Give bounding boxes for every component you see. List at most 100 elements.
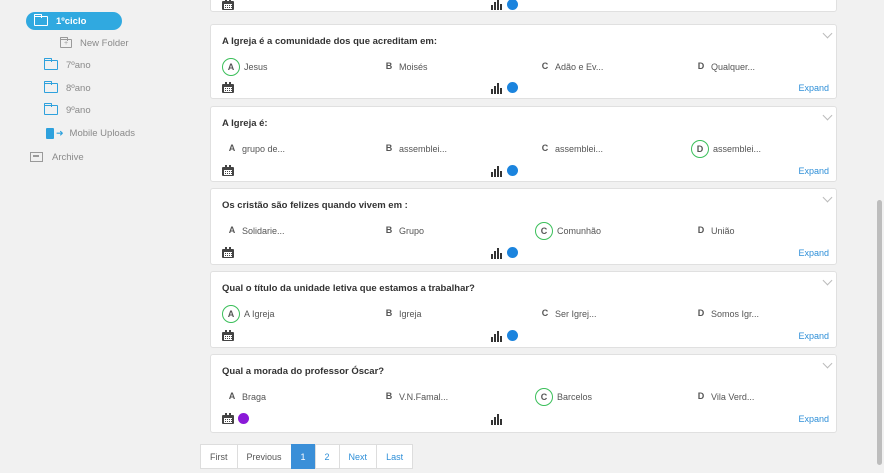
previous-page-button[interactable]: Previous <box>236 444 292 469</box>
page-1-button[interactable]: 1 <box>290 444 316 469</box>
folder-label: 7ºano <box>66 59 91 71</box>
expand-link[interactable]: Expand <box>798 248 829 258</box>
stats-icon[interactable] <box>491 83 503 94</box>
option-b: B Grupo <box>379 222 424 240</box>
question-card[interactable]: A Igreja é a comunidade dos que acredita… <box>210 24 837 99</box>
question-card[interactable]: Os cristão são felizes quando vivem em :… <box>210 188 837 265</box>
folder-1ciclo[interactable]: 1ºciclo <box>26 12 122 30</box>
folder-icon <box>43 103 58 115</box>
stats-icon[interactable] <box>491 331 503 342</box>
arrow-right-icon: ➜ <box>56 127 64 138</box>
expand-link[interactable]: Expand <box>798 414 829 424</box>
question-card[interactable]: Qual o título da unidade letiva que esta… <box>210 271 837 348</box>
status-dot <box>507 330 518 341</box>
folder-7ano[interactable]: 7ºano <box>43 56 91 74</box>
first-page-button[interactable]: First <box>200 444 238 469</box>
folder-archive[interactable]: Archive <box>30 148 84 166</box>
question-text: A Igreja é a comunidade dos que acredita… <box>222 36 438 47</box>
option-letter: B <box>385 143 393 153</box>
option-text: assemblei... <box>713 144 762 154</box>
stats-icon[interactable] <box>491 166 503 177</box>
calendar-icon <box>222 413 234 424</box>
folder-mobile-uploads[interactable]: ➜ Mobile Uploads <box>46 124 135 142</box>
option-letter: B <box>385 225 393 235</box>
option-a: A Jesus <box>222 58 268 76</box>
folder-icon <box>43 58 58 70</box>
expand-link[interactable]: Expand <box>798 166 829 176</box>
mobile-upload-icon <box>46 127 54 139</box>
option-letter: D <box>697 391 705 401</box>
option-c: Cassemblei... <box>535 140 603 158</box>
option-letter: B <box>385 308 393 318</box>
option-d: D União <box>691 222 735 240</box>
expand-link[interactable]: Expand <box>798 83 829 93</box>
calendar-icon <box>222 0 234 10</box>
pagination: First Previous 1 2 Next Last <box>200 444 414 469</box>
option-letter: A <box>228 143 236 153</box>
folder-icon <box>33 14 48 26</box>
folder-8ano[interactable]: 8ºano <box>43 79 91 97</box>
option-letter: D <box>691 140 709 158</box>
option-letter: D <box>697 225 705 235</box>
stats-icon[interactable] <box>491 248 503 259</box>
option-letter: A <box>228 225 236 235</box>
option-text: V.N.Famal... <box>399 392 449 402</box>
folder-9ano[interactable]: 9ºano <box>43 101 91 119</box>
status-dot <box>507 247 518 258</box>
option-letter: C <box>535 222 553 240</box>
option-b: B V.N.Famal... <box>379 388 448 406</box>
page-2-button[interactable]: 2 <box>314 444 340 469</box>
status-dot <box>238 413 249 424</box>
option-text: Jesus <box>244 62 268 72</box>
folder-plus-icon: + <box>59 36 72 48</box>
option-text: Braga <box>242 392 267 402</box>
stats-icon[interactable] <box>491 414 503 425</box>
option-d: D Vila Verd... <box>691 388 755 406</box>
option-text: assemblei... <box>399 144 448 154</box>
option-letter: B <box>385 391 393 401</box>
chevron-down-icon[interactable] <box>822 192 833 203</box>
scrollbar-thumb[interactable] <box>877 200 882 465</box>
status-dot <box>507 0 518 10</box>
option-text: Moisés <box>399 62 428 72</box>
option-text: Vila Verd... <box>711 392 755 402</box>
option-c: C Ser Igrej... <box>535 305 597 323</box>
option-b: B Moisés <box>379 58 428 76</box>
option-letter: C <box>541 143 549 153</box>
last-page-button[interactable]: Last <box>376 444 414 469</box>
question-card[interactable]: A Igreja é: Agrupo de... Bassemblei... C… <box>210 106 837 182</box>
option-letter: C <box>541 308 549 318</box>
option-d: D Qualquer... <box>691 58 755 76</box>
option-text: Igreja <box>399 309 422 319</box>
question-card[interactable]: Qual a morada do professor Óscar? A Braga… <box>210 354 837 433</box>
question-card-partial <box>210 0 837 12</box>
option-text: A Igreja <box>244 309 275 319</box>
folder-label: New Folder <box>80 37 129 49</box>
option-text: Adão e Ev... <box>555 62 604 72</box>
question-list: A Igreja é a comunidade dos que acredita… <box>200 0 840 473</box>
calendar-icon <box>222 247 234 258</box>
chevron-down-icon[interactable] <box>822 275 833 286</box>
option-text: Grupo <box>399 226 425 236</box>
option-text: Comunhão <box>557 226 602 236</box>
option-letter: D <box>697 61 705 71</box>
option-d: Dassemblei... <box>691 140 761 158</box>
chevron-down-icon[interactable] <box>822 358 833 369</box>
option-letter: B <box>385 61 393 71</box>
next-page-button[interactable]: Next <box>338 444 378 469</box>
option-c: C Barcelos <box>535 388 592 406</box>
stats-icon[interactable] <box>491 0 503 10</box>
calendar-icon <box>222 330 234 341</box>
option-text: União <box>711 226 735 236</box>
expand-link[interactable]: Expand <box>798 331 829 341</box>
question-text: Qual a morada do professor Óscar? <box>222 366 385 377</box>
chevron-down-icon[interactable] <box>822 110 833 121</box>
option-c: C Adão e Ev... <box>535 58 604 76</box>
calendar-icon <box>222 82 234 93</box>
question-text: Os cristão são felizes quando vivem em : <box>222 200 408 211</box>
chevron-down-icon[interactable] <box>822 28 833 39</box>
folder-new-folder[interactable]: + New Folder <box>59 34 129 52</box>
question-text: Qual o título da unidade letiva que esta… <box>222 283 475 294</box>
option-a: Agrupo de... <box>222 140 285 158</box>
option-text: Qualquer... <box>711 62 756 72</box>
